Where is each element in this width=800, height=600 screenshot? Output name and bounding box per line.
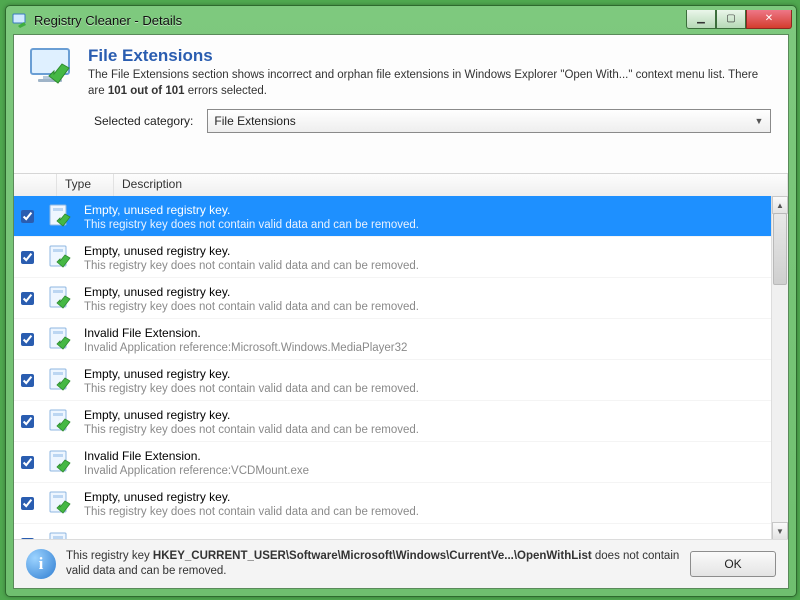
footer-message: This registry key HKEY_CURRENT_USER\Soft… xyxy=(66,549,680,579)
results-grid: Type Description Empty, unused registry … xyxy=(14,173,788,540)
row-title: Empty, unused registry key. xyxy=(84,366,766,382)
row-text: Empty, unused registry key.This registry… xyxy=(80,281,772,316)
table-row[interactable]: Empty, unused registry key.This registry… xyxy=(14,360,772,401)
file-extension-icon xyxy=(40,407,80,435)
row-detail: This registry key does not contain valid… xyxy=(84,218,766,234)
row-checkbox[interactable] xyxy=(14,494,40,513)
file-extension-icon xyxy=(40,243,80,271)
row-text: Empty, unused registry key.This registry… xyxy=(80,486,772,521)
scroll-up-button[interactable]: ▲ xyxy=(772,196,788,214)
info-icon: i xyxy=(26,549,56,579)
row-detail: This registry key does not contain valid… xyxy=(84,505,766,521)
category-selected: File Extensions xyxy=(214,114,295,128)
row-title: Empty, unused registry key. xyxy=(84,284,766,300)
file-extension-icon xyxy=(40,448,80,476)
file-extension-icon xyxy=(40,366,80,394)
row-detail: Invalid Application reference:VCDMount.e… xyxy=(84,464,766,480)
row-checkbox[interactable] xyxy=(14,453,40,472)
category-label: Selected category: xyxy=(94,114,193,128)
row-text: Empty, unused registry key.This registry… xyxy=(80,404,772,439)
table-row[interactable]: Empty, unused registry key.This registry… xyxy=(14,237,772,278)
row-checkbox[interactable] xyxy=(14,207,40,226)
app-icon xyxy=(12,12,28,28)
ok-button[interactable]: OK xyxy=(690,551,776,577)
row-text: Invalid File Extension.Invalid Applicati… xyxy=(80,322,772,357)
file-extension-icon xyxy=(40,284,80,312)
row-detail: Invalid Application reference:Microsoft.… xyxy=(84,341,766,357)
row-title: Empty, unused registry key. xyxy=(84,407,766,423)
row-text: Empty, unused registry key.This registry… xyxy=(80,199,772,234)
scroll-down-button[interactable]: ▼ xyxy=(772,522,788,540)
section-description: The File Extensions section shows incorr… xyxy=(88,68,774,99)
file-extension-icon xyxy=(40,325,80,353)
table-row[interactable]: Invalid File Extension.Invalid Applicati… xyxy=(14,442,772,483)
row-checkbox[interactable] xyxy=(14,248,40,267)
row-detail: This registry key does not contain valid… xyxy=(84,259,766,275)
row-title: Empty, unused registry key. xyxy=(84,489,766,505)
col-type[interactable]: Type xyxy=(57,174,114,196)
client-area: File Extensions The File Extensions sect… xyxy=(13,34,789,589)
file-extension-icon xyxy=(40,202,80,230)
footer: i This registry key HKEY_CURRENT_USER\So… xyxy=(14,539,788,588)
column-header[interactable]: Type Description xyxy=(14,174,788,197)
col-description[interactable]: Description xyxy=(114,174,788,196)
table-row[interactable]: Empty, unused registry key.This registry… xyxy=(14,278,772,319)
section-title: File Extensions xyxy=(88,46,774,66)
row-checkbox[interactable] xyxy=(14,289,40,308)
maximize-button[interactable]: ▢ xyxy=(716,10,746,29)
row-title: Invalid File Extension. xyxy=(84,325,766,341)
vertical-scrollbar[interactable]: ▲ ▼ xyxy=(771,196,788,540)
row-title: Empty, unused registry key. xyxy=(84,243,766,259)
app-window: Registry Cleaner - Details ▁ ▢ ✕ File Ex… xyxy=(5,5,797,597)
table-row[interactable]: Empty, unused registry key. xyxy=(14,524,772,540)
table-row[interactable]: Empty, unused registry key.This registry… xyxy=(14,196,772,237)
rows-container: Empty, unused registry key.This registry… xyxy=(14,196,772,540)
row-detail: This registry key does not contain valid… xyxy=(84,423,766,439)
titlebar[interactable]: Registry Cleaner - Details ▁ ▢ ✕ xyxy=(6,6,796,32)
scroll-thumb[interactable] xyxy=(773,213,787,285)
row-text: Empty, unused registry key.This registry… xyxy=(80,240,772,275)
row-checkbox[interactable] xyxy=(14,330,40,349)
row-detail: This registry key does not contain valid… xyxy=(84,382,766,398)
monitor-check-icon xyxy=(28,46,76,88)
row-text: Invalid File Extension.Invalid Applicati… xyxy=(80,445,772,480)
row-detail: This registry key does not contain valid… xyxy=(84,300,766,316)
close-button[interactable]: ✕ xyxy=(746,10,792,29)
category-row: Selected category: File Extensions ▼ xyxy=(14,105,788,143)
row-text: Empty, unused registry key.This registry… xyxy=(80,363,772,398)
row-checkbox[interactable] xyxy=(14,412,40,431)
row-title: Empty, unused registry key. xyxy=(84,202,766,218)
file-extension-icon xyxy=(40,489,80,517)
header: File Extensions The File Extensions sect… xyxy=(14,35,788,105)
chevron-down-icon: ▼ xyxy=(751,113,766,128)
table-row[interactable]: Invalid File Extension.Invalid Applicati… xyxy=(14,319,772,360)
table-row[interactable]: Empty, unused registry key.This registry… xyxy=(14,401,772,442)
minimize-button[interactable]: ▁ xyxy=(686,10,716,29)
row-title: Invalid File Extension. xyxy=(84,448,766,464)
window-title: Registry Cleaner - Details xyxy=(34,13,686,28)
table-row[interactable]: Empty, unused registry key.This registry… xyxy=(14,483,772,524)
window-buttons: ▁ ▢ ✕ xyxy=(686,10,792,29)
row-checkbox[interactable] xyxy=(14,371,40,390)
category-combobox[interactable]: File Extensions ▼ xyxy=(207,109,771,133)
